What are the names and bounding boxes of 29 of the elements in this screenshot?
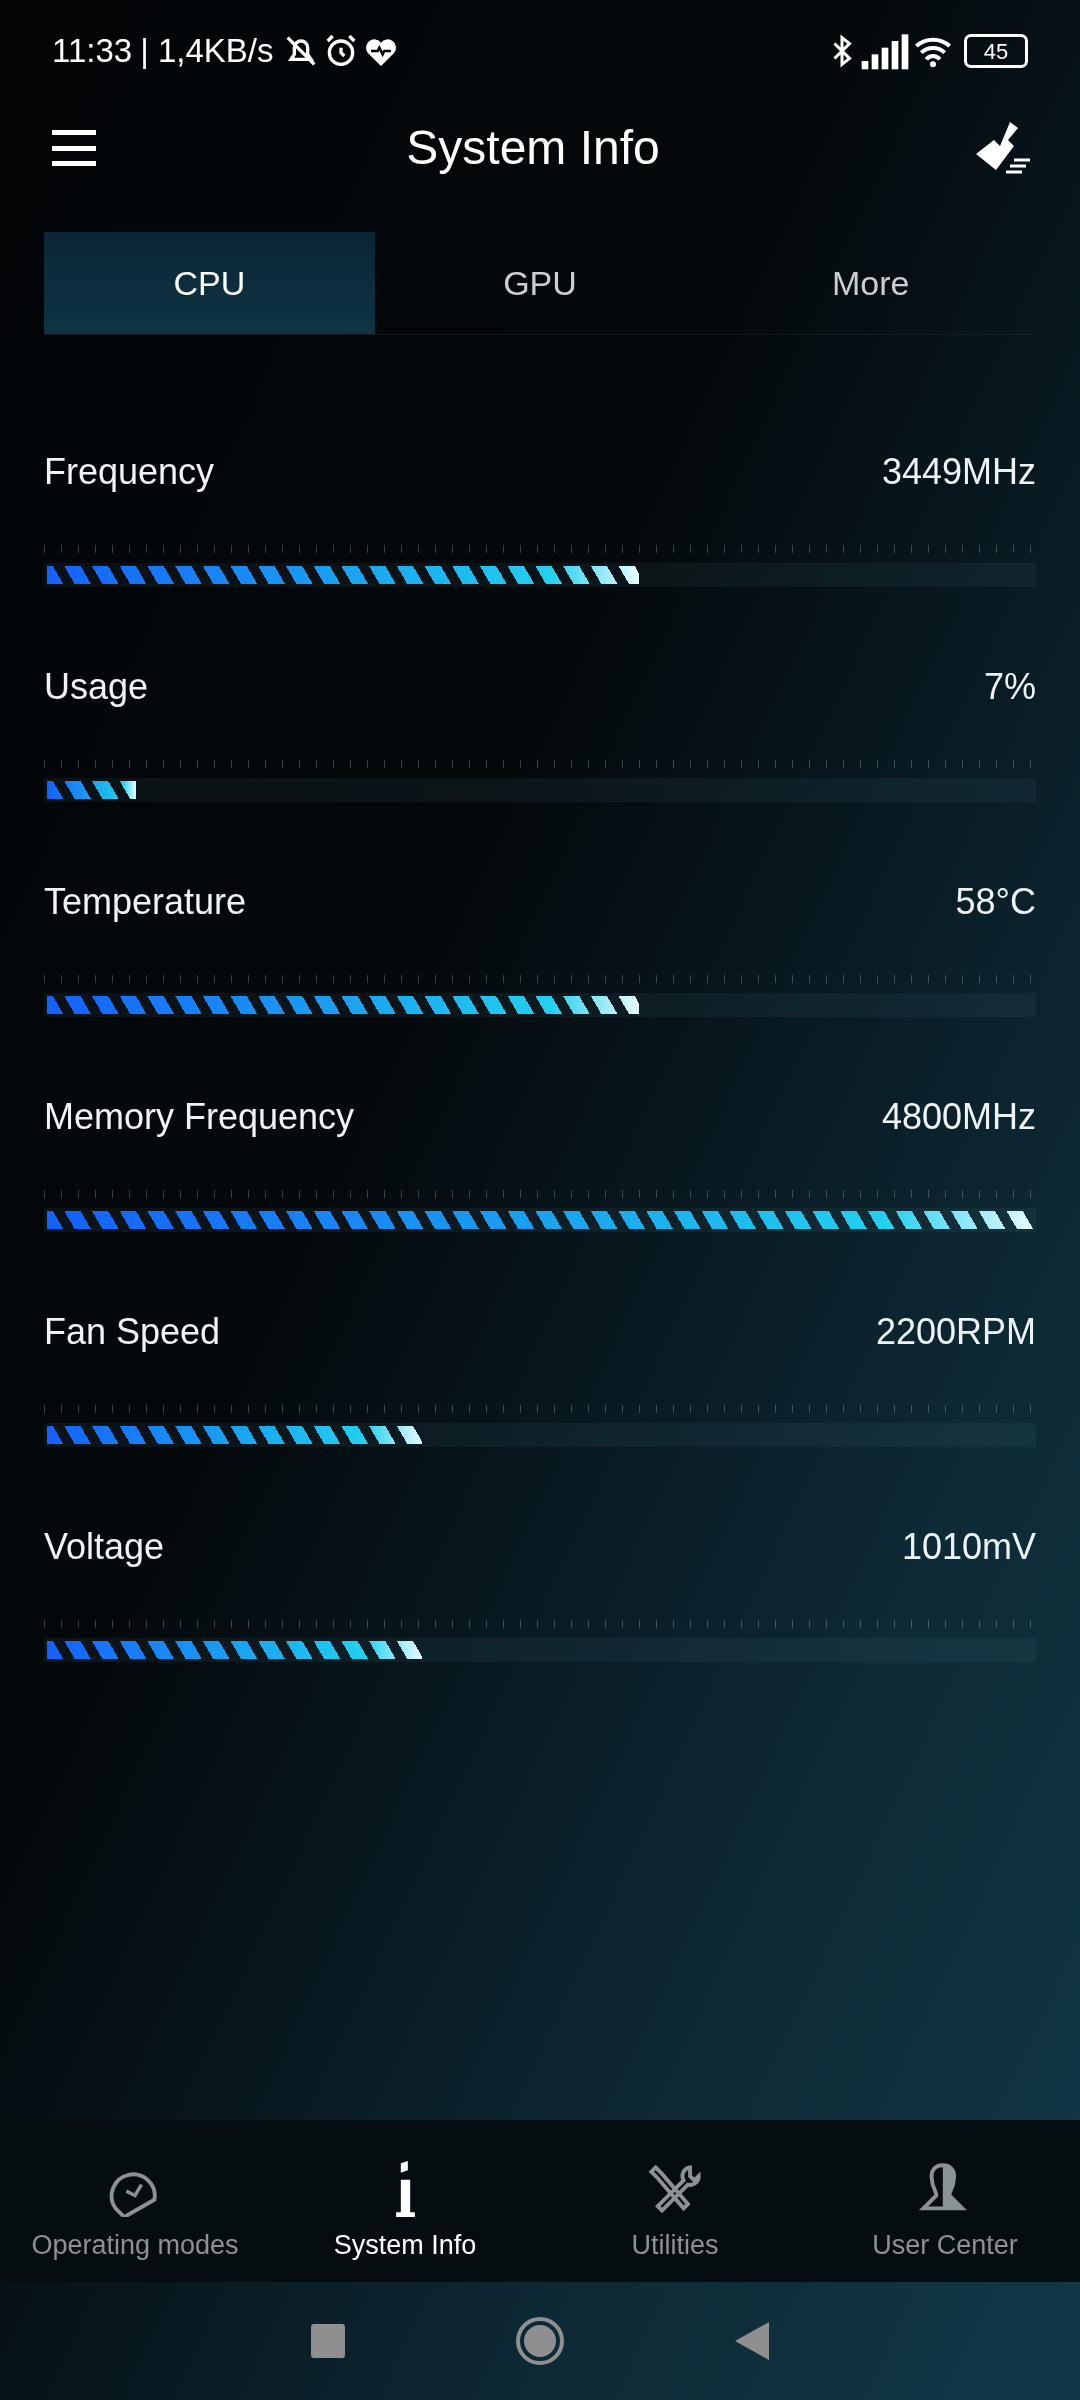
metric-value: 3449MHz [881,450,1036,494]
metric-label: Temperature [44,880,247,924]
tab[interactable]: GPU [374,232,706,334]
network-speed: | 1,4KB/s [140,31,274,72]
home-circle-icon[interactable] [515,2316,565,2366]
menu-button[interactable] [52,128,96,168]
clock-time: 11:33 [52,31,133,72]
battery-level: 45 [964,34,1028,68]
tab[interactable]: More [705,232,1036,334]
metric-label: Memory Frequency [44,1095,355,1139]
metric-value: 7% [983,665,1036,709]
metric-value: 58°C [955,880,1036,924]
metric-value: 1010mV [901,1525,1036,1569]
menu-icon [52,128,96,168]
metric-value: 2200RPM [875,1310,1036,1354]
metric-label: Voltage [44,1525,165,1569]
nav-tab[interactable]: Operating modes [0,2120,270,2282]
back-triangle-icon[interactable] [735,2322,769,2360]
tab[interactable]: CPU [44,232,375,334]
info-icon [395,2161,415,2218]
nav-tab[interactable]: Utilities [540,2120,810,2282]
nav-tab[interactable]: User Center [810,2120,1080,2282]
metric-label: Frequency [44,450,215,494]
signal-icon [860,31,910,71]
metric-label: Fan Speed [44,1310,221,1354]
metric-label: Usage [44,665,149,709]
page-title: System Info [406,120,660,176]
nav-tab[interactable]: System Info [270,2120,540,2282]
metric-value: 4800MHz [881,1095,1036,1139]
